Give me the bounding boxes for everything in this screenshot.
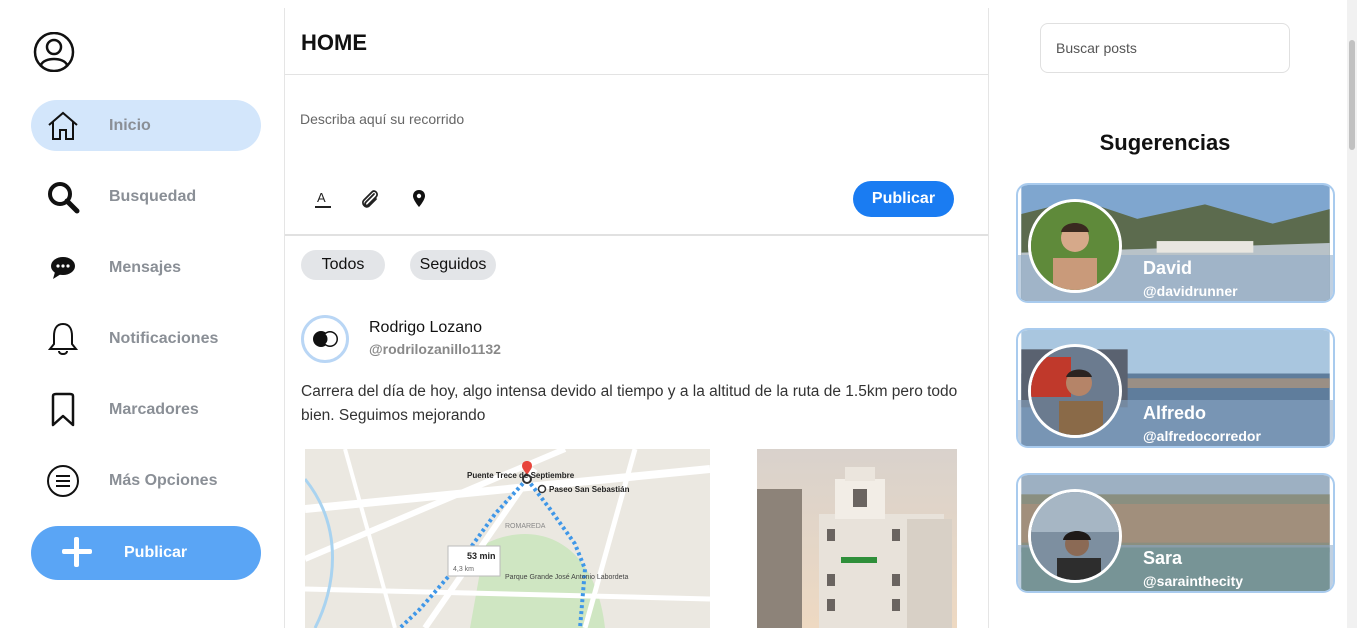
sidebar-item-mensajes[interactable]: Mensajes <box>31 242 261 293</box>
post-text: Carrera del día de hoy, algo intensa dev… <box>301 383 958 424</box>
suggestion-avatar <box>1028 344 1122 438</box>
sidebar-item-label: Notificaciones <box>109 329 219 347</box>
plus-icon <box>62 537 92 567</box>
map-route-distance: 4,3 km <box>453 566 474 573</box>
sidebar-item-busquedad[interactable]: Busquedad <box>31 171 261 222</box>
filter-todos[interactable]: Todos <box>301 250 385 280</box>
map-label: Puente Trece de Septiembre <box>467 471 575 480</box>
composer-input[interactable] <box>300 111 840 127</box>
main-header: HOME <box>285 8 988 75</box>
post-avatar[interactable] <box>301 315 349 363</box>
menu-circle-icon <box>45 463 81 499</box>
post-photo-image[interactable] <box>757 449 957 628</box>
chat-icon <box>45 250 81 286</box>
right-panel: Sugerencias David @davidrunner <box>990 0 1340 628</box>
map-label: Parque Grande José Antonio Labordeta <box>505 574 628 581</box>
attach-icon[interactable] <box>358 187 382 211</box>
suggestion-avatar <box>1028 489 1122 583</box>
suggestion-name: Sara <box>1143 548 1183 568</box>
sidebar-item-label: Busquedad <box>109 187 197 205</box>
filter-seguidos[interactable]: Seguidos <box>410 250 496 280</box>
sidebar-item-inicio[interactable]: Inicio <box>31 100 261 151</box>
map-route-time: 53 min <box>467 551 496 561</box>
route-map-image[interactable]: Puente Trece de Septiembre Paseo San Seb… <box>305 449 710 628</box>
svg-text:A: A <box>317 190 326 205</box>
scrollbar-thumb[interactable] <box>1349 40 1355 150</box>
sidebar-item-marcadores[interactable]: Marcadores <box>31 384 261 435</box>
home-icon <box>45 108 81 144</box>
suggestion-handle: @alfredocorredor <box>1143 428 1261 444</box>
profile-icon[interactable] <box>32 31 76 73</box>
page-scrollbar[interactable] <box>1347 0 1357 628</box>
search-icon <box>45 179 81 215</box>
suggestion-avatar <box>1028 199 1122 293</box>
bookmark-icon <box>45 392 81 428</box>
sidebar-publish-button[interactable]: Publicar <box>31 526 261 580</box>
app: Inicio Busquedad Mensajes Notificaciones <box>0 0 1357 628</box>
post-author-handle[interactable]: @rodrilozanillo1132 <box>369 341 501 357</box>
search-posts-input[interactable] <box>1040 23 1290 73</box>
suggestion-card[interactable]: David @davidrunner <box>1016 183 1335 303</box>
post-author-name[interactable]: Rodrigo Lozano <box>369 319 482 337</box>
bell-icon <box>45 321 81 357</box>
sidebar: Inicio Busquedad Mensajes Notificaciones <box>0 0 285 628</box>
suggestion-handle: @sarainthecity <box>1143 573 1244 589</box>
sidebar-item-mas-opciones[interactable]: Más Opciones <box>31 455 261 506</box>
sidebar-publish-label: Publicar <box>124 544 188 561</box>
sidebar-item-notificaciones[interactable]: Notificaciones <box>31 313 261 364</box>
sidebar-item-label: Más Opciones <box>109 471 218 489</box>
map-label: Paseo San Sebastián <box>549 485 630 494</box>
sidebar-item-label: Mensajes <box>109 258 182 276</box>
sidebar-item-label: Marcadores <box>109 400 199 418</box>
suggestion-handle: @davidrunner <box>1143 283 1238 299</box>
main-feed: HOME A Publicar Todos Seguidos Rodrigo L… <box>284 8 989 628</box>
composer: A Publicar <box>285 75 988 236</box>
suggestion-card[interactable]: Alfredo @alfredocorredor <box>1016 328 1335 448</box>
page-title: HOME <box>301 30 367 55</box>
text-format-icon[interactable]: A <box>311 187 335 211</box>
location-pin-icon[interactable] <box>407 187 431 211</box>
suggestion-card[interactable]: Sara @sarainthecity <box>1016 473 1335 593</box>
sidebar-item-label: Inicio <box>109 116 151 134</box>
suggestions-title: Sugerencias <box>1099 130 1231 155</box>
suggestion-name: Alfredo <box>1143 403 1206 423</box>
map-label: ROMAREDA <box>505 523 546 530</box>
suggestion-name: David <box>1143 258 1193 278</box>
publish-button[interactable]: Publicar <box>853 181 954 217</box>
